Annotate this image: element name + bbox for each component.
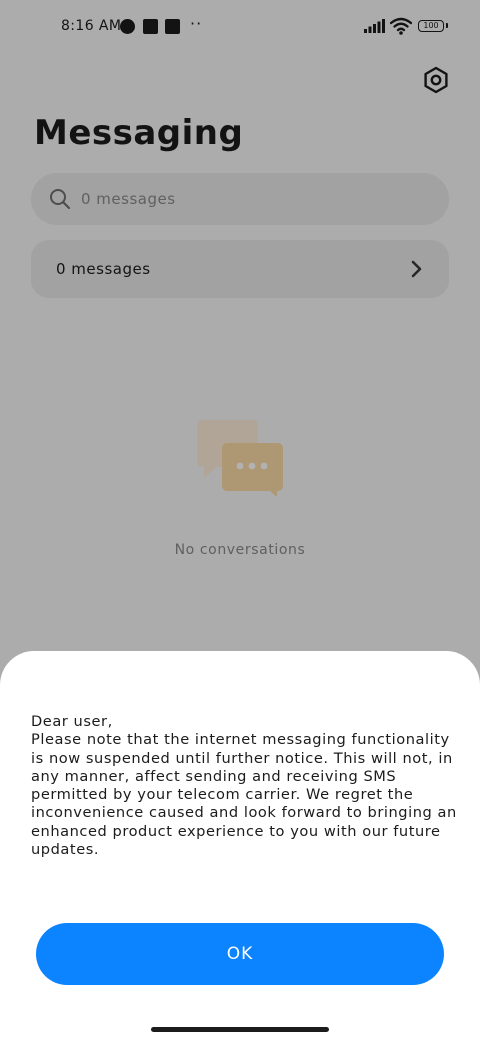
home-indicator[interactable]: [151, 1027, 329, 1032]
ok-button[interactable]: OK: [36, 923, 444, 985]
notice-dialog: Dear user, Please note that the internet…: [0, 651, 480, 1040]
dialog-message: Dear user, Please note that the internet…: [31, 713, 457, 859]
